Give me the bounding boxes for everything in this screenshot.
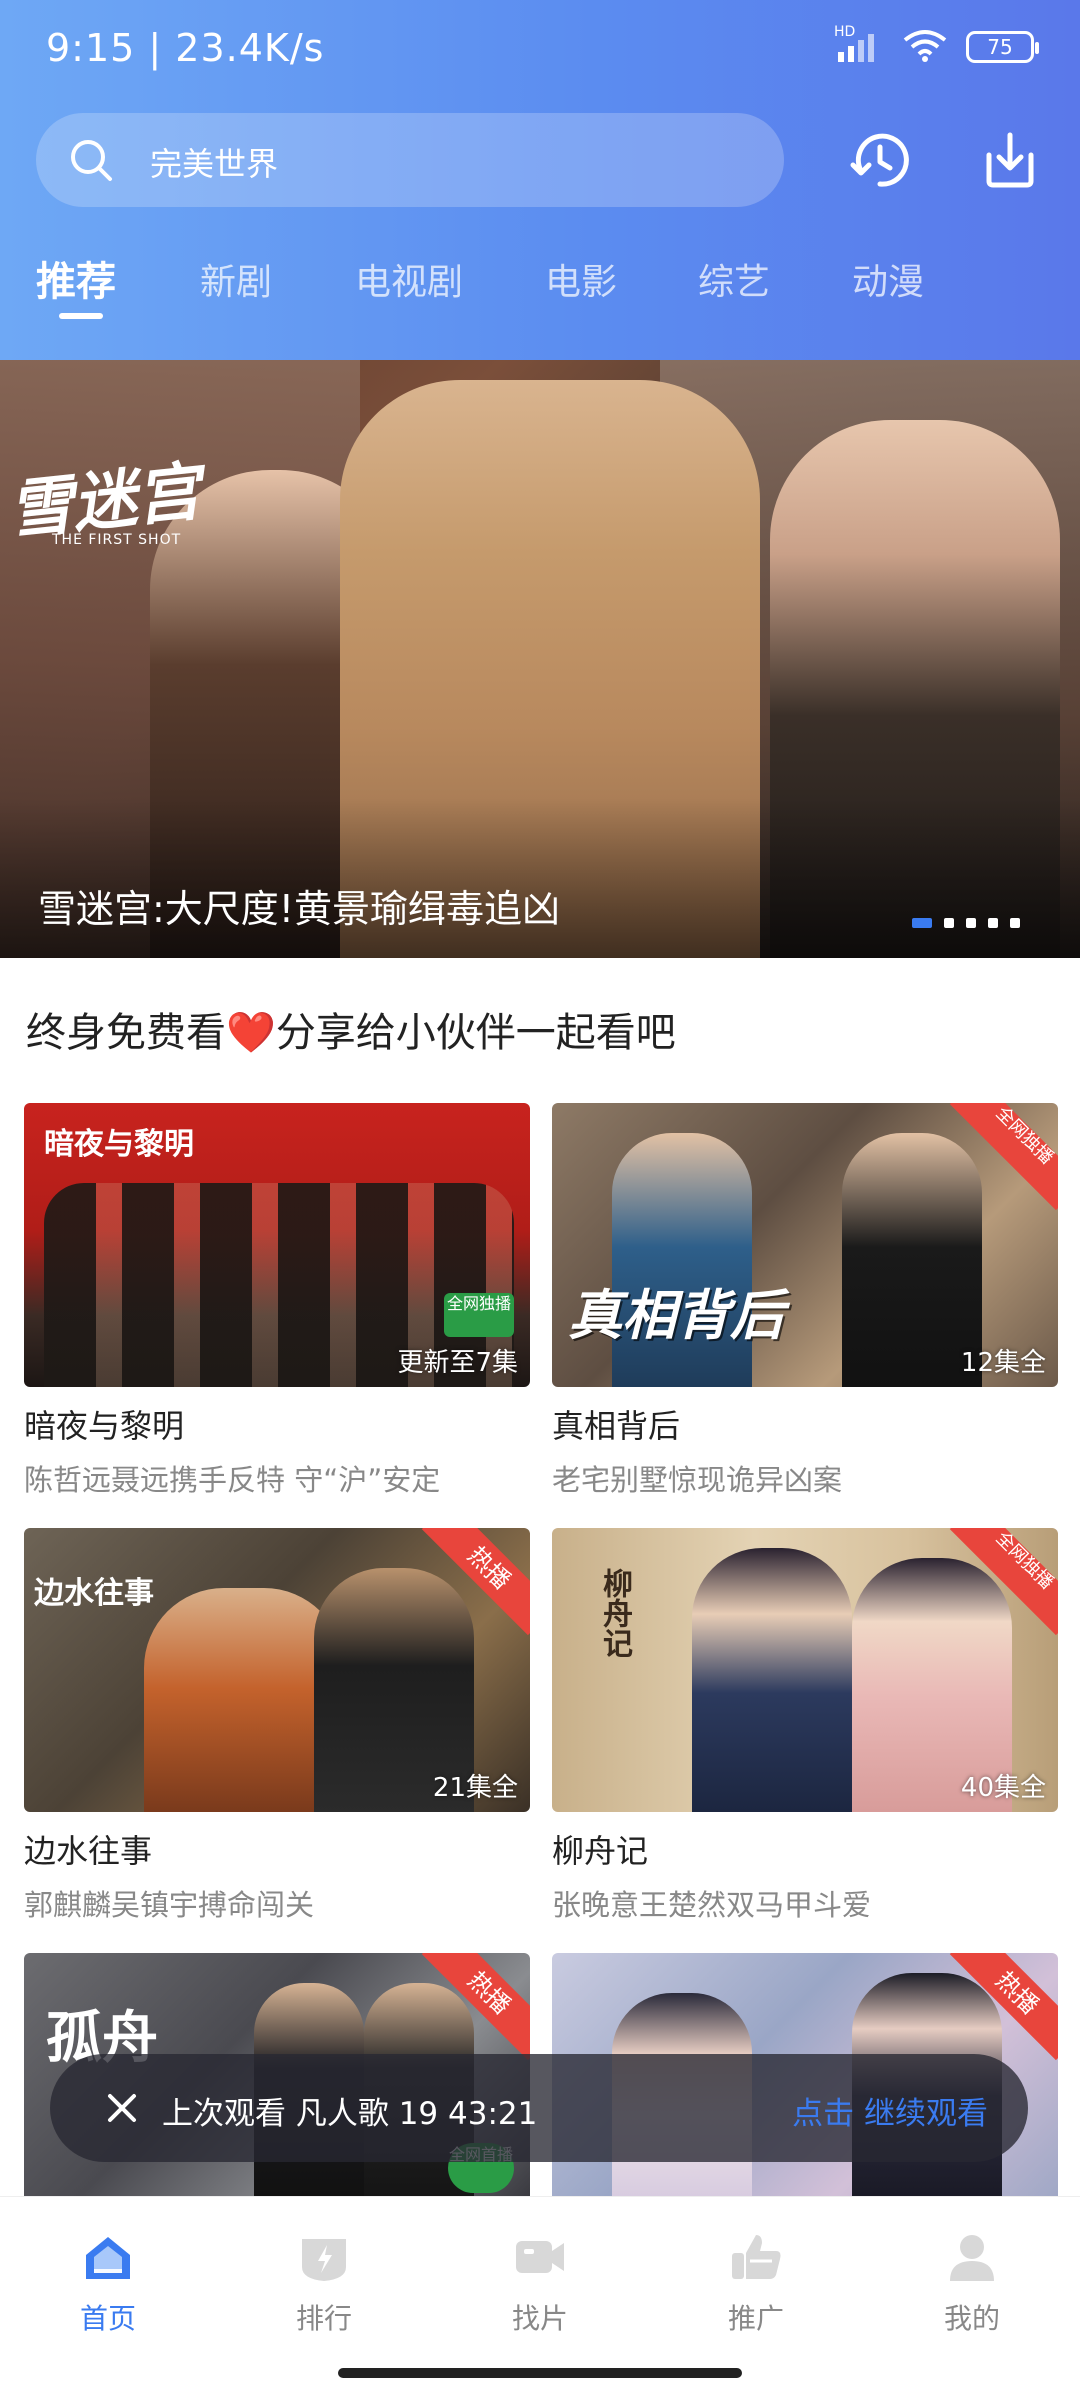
continue-watching-link[interactable]: 点击 继续观看 [792, 2088, 988, 2133]
close-icon[interactable] [94, 2080, 150, 2136]
card-title: 柳舟记 [552, 1832, 649, 1870]
poster: 真相背后 全网独播 12集全 [552, 1103, 1058, 1387]
nav-item-ranking[interactable]: 排行 [244, 2227, 404, 2337]
section-title: 终身免费看❤️分享给小伙伴一起看吧 [26, 1000, 676, 1058]
tab-variety[interactable]: 综艺 [698, 253, 770, 305]
poster: 柳舟记 全网独播 40集全 [552, 1528, 1058, 1812]
carousel-dot[interactable] [988, 918, 998, 928]
search-placeholder: 完美世界 [150, 145, 279, 183]
poster: 暗夜与黎明 全网独播 更新至7集 [24, 1103, 530, 1387]
battery-icon: 75 [966, 31, 1039, 63]
poster-figures [692, 1548, 852, 1812]
tab-active-indicator [59, 313, 103, 319]
nav-item-home[interactable]: 首页 [28, 2227, 188, 2337]
search-input[interactable]: 完美世界 [36, 113, 784, 207]
heart-icon: ❤️ [226, 1010, 276, 1056]
carousel-dot[interactable] [1010, 918, 1020, 928]
app-page: 9:15 | 23.4K/s HD 75 完美世界 推荐 新剧 电视剧 电影 综… [0, 0, 1080, 2400]
nav-label: 推广 [727, 2302, 784, 2335]
banner-title: 雪迷宫:大尺度!黄景瑜缉毒追凶 [38, 887, 561, 931]
carousel-dot[interactable] [944, 918, 954, 928]
episode-count: 12集全 [960, 1348, 1046, 1378]
signal-icon: HD [834, 24, 884, 64]
nav-item-promote[interactable]: 推广 [676, 2227, 836, 2337]
search-icon [71, 140, 112, 181]
card-title: 边水往事 [24, 1832, 153, 1870]
continue-watching-bar[interactable]: 上次观看 凡人歌 19 43:21 点击 继续观看 [50, 2054, 1028, 2162]
carousel-dot[interactable] [912, 918, 932, 928]
drama-card[interactable]: 柳舟记 全网独播 40集全 柳舟记 张晚意王楚然双马甲斗爱 [552, 1528, 1058, 1924]
episode-count: 40集全 [960, 1773, 1046, 1803]
history-icon[interactable] [845, 125, 915, 195]
video-camera-icon [516, 2241, 564, 2273]
tab-tv-series[interactable]: 电视剧 [355, 253, 463, 305]
download-icon[interactable] [975, 125, 1045, 195]
home-icon [86, 2237, 130, 2279]
header: 9:15 | 23.4K/s HD 75 完美世界 推荐 新剧 电视剧 电影 综… [0, 0, 1080, 360]
carousel-dot[interactable] [966, 918, 976, 928]
section-title-part: 分享给小伙伴一起看吧 [275, 1010, 676, 1056]
wifi-icon [902, 28, 948, 66]
carousel-dots [912, 918, 1020, 928]
exclusive-badge: 全网独播 [444, 1293, 514, 1337]
tab-new-drama[interactable]: 新剧 [200, 253, 272, 305]
poster: 边水往事 热播 21集全 [24, 1528, 530, 1812]
nav-label: 排行 [295, 2302, 352, 2335]
section-title-part: 终身免费看 [26, 1010, 226, 1056]
nav-label: 首页 [79, 2302, 136, 2335]
card-description: 张晚意王楚然双马甲斗爱 [552, 1888, 872, 1922]
card-title: 真相背后 [552, 1407, 681, 1445]
home-indicator[interactable] [338, 2368, 742, 2378]
drama-card[interactable]: 真相背后 全网独播 12集全 真相背后 老宅别墅惊现诡异凶案 [552, 1103, 1058, 1499]
drama-card[interactable]: 暗夜与黎明 全网独播 更新至7集 暗夜与黎明 陈哲远聂远携手反特 守“沪”安定 [24, 1103, 530, 1499]
banner-carousel[interactable]: 雪迷宫 THE FIRST SHOT 雪迷宫:大尺度!黄景瑜缉毒追凶 [0, 360, 1080, 958]
nav-item-mine[interactable]: 我的 [892, 2227, 1052, 2337]
ranking-icon [302, 2239, 346, 2281]
status-icons: HD 75 [834, 24, 1039, 66]
drama-card[interactable]: 边水往事 热播 21集全 边水往事 郭麒麟吴镇宇搏命闯关 [24, 1528, 530, 1924]
card-title: 暗夜与黎明 [24, 1407, 185, 1445]
card-description: 陈哲远聂远携手反特 守“沪”安定 [24, 1463, 441, 1497]
user-icon [950, 2235, 994, 2281]
status-time-speed: 9:15 | 23.4K/s [46, 26, 325, 70]
nav-label: 找片 [511, 2302, 568, 2335]
poster-title: 真相背后 [568, 1283, 784, 1347]
category-tabs: 推荐 新剧 电视剧 电影 综艺 动漫 [0, 245, 1080, 325]
status-bar: 9:15 | 23.4K/s HD 75 [0, 0, 1080, 100]
poster-title: 边水往事 [34, 1576, 154, 1611]
tab-movie[interactable]: 电影 [545, 253, 617, 305]
signal-hd-label: HD [834, 24, 856, 40]
episode-count: 更新至7集 [397, 1348, 518, 1378]
tab-anime[interactable]: 动漫 [852, 253, 924, 305]
nav-item-find[interactable]: 找片 [460, 2227, 620, 2337]
card-description: 老宅别墅惊现诡异凶案 [552, 1463, 843, 1497]
poster-title: 暗夜与黎明 [44, 1127, 194, 1162]
last-watched-text: 上次观看 凡人歌 19 43:21 [162, 2096, 538, 2132]
nav-label: 我的 [943, 2302, 1000, 2335]
thumbs-up-icon [732, 2235, 781, 2279]
card-description: 郭麒麟吴镇宇搏命闯关 [24, 1888, 315, 1922]
banner-logo-sub: THE FIRST SHOT [52, 532, 182, 548]
poster-title: 柳舟记 [597, 1568, 632, 1658]
tab-recommend[interactable]: 推荐 [36, 249, 116, 307]
episode-count: 21集全 [432, 1773, 518, 1803]
